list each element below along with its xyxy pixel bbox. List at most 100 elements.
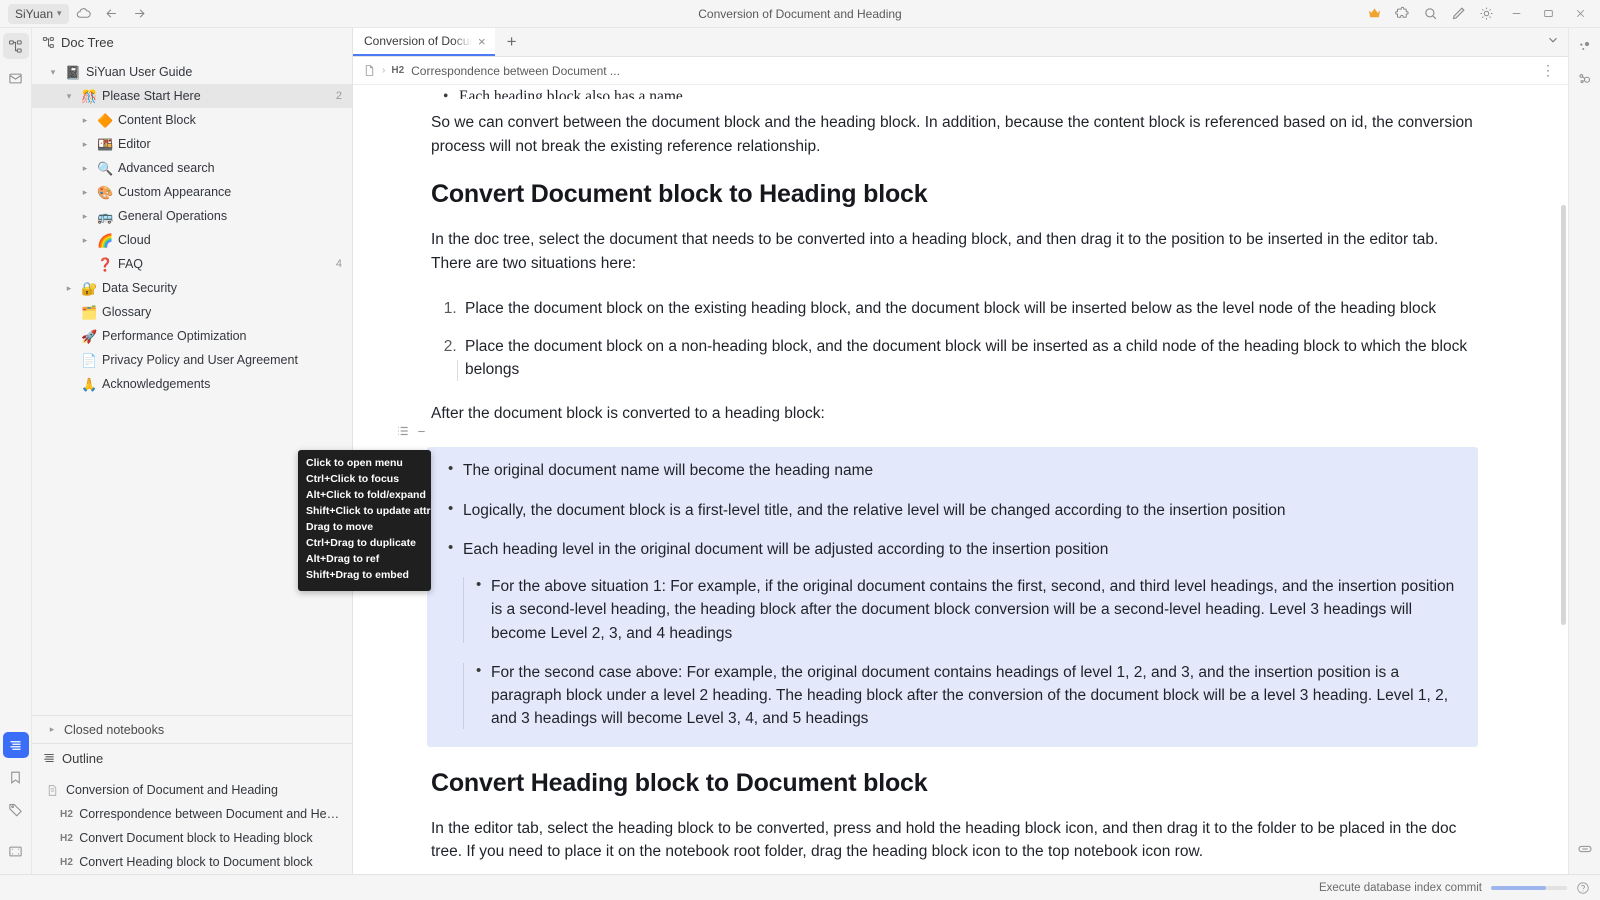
chevron-right-icon: ▸	[46, 724, 58, 735]
doc-tree-item[interactable]: ▸ 🚌 General Operations	[32, 204, 352, 228]
crown-icon[interactable]	[1360, 1, 1388, 27]
doc-tree-item-count: 2	[336, 90, 342, 102]
doc-tree-item-label: Custom Appearance	[118, 185, 231, 199]
inbox-icon[interactable]	[3, 65, 29, 91]
paragraph-intro: So we can convert between the document b…	[431, 111, 1478, 158]
doc-tree-item[interactable]: ▸📄Privacy Policy and User Agreement	[32, 348, 352, 372]
document-scroll-area[interactable]: Each heading block also has a name So we…	[353, 85, 1568, 874]
title-bar: SiYuan ▾ Conversion of Document and Head…	[0, 0, 1600, 28]
doc-tree-item[interactable]: ▾📓SiYuan User Guide	[32, 60, 352, 84]
tag-icon[interactable]	[3, 796, 29, 822]
siyuan-app-window: SiYuan ▾ Conversion of Document and Head…	[0, 0, 1600, 900]
close-icon[interactable]: ×	[478, 35, 486, 48]
search-icon[interactable]	[1416, 1, 1444, 27]
doc-tree-item[interactable]: ▸🌈Cloud	[32, 228, 352, 252]
minimize-icon[interactable]	[1500, 1, 1532, 27]
bookmark-icon[interactable]	[3, 764, 29, 790]
more-options-icon[interactable]: ⋮	[1541, 62, 1556, 79]
chevron-right-icon[interactable]: ▸	[78, 187, 92, 198]
tooltip-line: Ctrl+Drag to duplicate	[298, 536, 431, 552]
chevron-right-icon[interactable]: ▸	[78, 163, 92, 174]
doc-tree-item-emoji: 🔍	[97, 162, 113, 175]
chevron-down-icon[interactable]: ▾	[62, 91, 76, 102]
outline-icon[interactable]	[3, 732, 29, 758]
outline-list[interactable]: Conversion of Document and Heading H2Corr…	[32, 772, 352, 874]
back-arrow-icon[interactable]	[99, 3, 125, 25]
global-graph-icon[interactable]	[1572, 65, 1598, 91]
chevron-right-icon[interactable]: ▸	[78, 211, 92, 222]
block-gutter[interactable]	[396, 424, 427, 438]
close-icon[interactable]	[1564, 1, 1596, 27]
outline-item-label: Conversion of Document and Heading	[66, 783, 278, 797]
doc-tree-item-emoji: 🌈	[97, 234, 113, 247]
doc-tree-item-label: General Operations	[118, 209, 227, 223]
tooltip-line: Alt+Drag to ref	[298, 552, 431, 568]
bullet-list-icon[interactable]	[396, 424, 410, 438]
doc-tree-item-emoji: 🙏	[81, 378, 97, 391]
edit-pencil-icon[interactable]	[1444, 1, 1472, 27]
doc-tree-item[interactable]: ▸🗂️Glossary	[32, 300, 352, 324]
tab-bar-right	[1546, 28, 1568, 56]
outline-item-label: Convert Heading block to Document block	[79, 855, 312, 869]
doc-tree-list[interactable]: ▾📓SiYuan User Guide▾🎊Please Start Here2▸…	[32, 56, 352, 715]
doc-tree-item[interactable]: ▸🍱Editor	[32, 132, 352, 156]
tab-label: Conversion of Docum	[364, 34, 472, 48]
document-icon[interactable]	[363, 64, 376, 77]
doc-tree-item[interactable]: ▸🚀Performance Optimization	[32, 324, 352, 348]
doc-tree-item-emoji: 🔐	[81, 282, 97, 295]
chevron-down-icon[interactable]: ▾	[46, 67, 60, 78]
chevron-right-icon[interactable]: ▸	[78, 139, 92, 150]
outline-heading-tag: H2	[60, 833, 73, 844]
doc-tree-item[interactable]: ▸🔐Data Security	[32, 276, 352, 300]
outline-item[interactable]: Conversion of Document and Heading	[32, 778, 352, 802]
workspace-menu-button[interactable]: SiYuan ▾	[8, 4, 69, 24]
tab-bar: Conversion of Docum × +	[353, 28, 1568, 57]
doc-tree-item[interactable]: ▸🔶Content Block	[32, 108, 352, 132]
doc-tree-item-emoji: 📄	[81, 354, 97, 367]
breadcrumb-label[interactable]: Correspondence between Document ...	[411, 64, 620, 78]
doc-tree-item-count: 4	[336, 258, 342, 270]
help-circle-icon[interactable]	[1576, 881, 1590, 895]
doc-tree-item[interactable]: ▸❓FAQ4	[32, 252, 352, 276]
left-dock-bottom	[3, 732, 29, 874]
document-scrollbar[interactable]	[1561, 205, 1566, 625]
forward-arrow-icon[interactable]	[127, 3, 153, 25]
doc-tree-item-emoji: 🚌	[97, 210, 113, 223]
outline-item[interactable]: H2Correspondence between Document and He…	[32, 802, 352, 826]
doc-tree-item[interactable]: ▸🙏Acknowledgements	[32, 372, 352, 396]
document-content: Each heading block also has a name So we…	[353, 85, 1568, 874]
puzzle-icon[interactable]	[1388, 1, 1416, 27]
tab-conversion-of-document[interactable]: Conversion of Docum ×	[353, 28, 495, 56]
doc-tree-item-label: FAQ	[118, 257, 143, 271]
chevron-right-icon[interactable]: ▸	[78, 235, 92, 246]
graph-icon[interactable]	[1572, 33, 1598, 59]
closed-notebooks-row[interactable]: ▸ Closed notebooks	[32, 715, 352, 743]
new-tab-button[interactable]: +	[495, 28, 529, 56]
backlink-icon[interactable]	[1572, 836, 1598, 862]
chevron-down-icon[interactable]	[1546, 33, 1560, 52]
status-progress-bar	[1491, 886, 1567, 890]
brightness-icon[interactable]	[1472, 1, 1500, 27]
doc-tree-item-emoji: 🍱	[97, 138, 113, 151]
tooltip-line: Drag to move	[298, 520, 431, 536]
selected-block[interactable]: The original document name will become t…	[427, 447, 1478, 746]
list-item-text: Each heading level in the original docum…	[463, 541, 1108, 558]
outline-item[interactable]: H2Convert Heading block to Document bloc…	[32, 850, 352, 874]
outline-item[interactable]: H2Convert Document block to Heading bloc…	[32, 826, 352, 850]
doc-tree-item[interactable]: ▸ 🎨 Custom Appearance	[32, 180, 352, 204]
window-icon[interactable]	[3, 838, 29, 864]
editor-area: Conversion of Docum × + › H2 Corresponde…	[353, 28, 1568, 874]
doc-tree-item-emoji: 🎊	[81, 90, 97, 103]
chevron-right-icon[interactable]: ▸	[62, 283, 76, 294]
chevron-right-icon[interactable]: ▸	[78, 115, 92, 126]
doc-tree-item-emoji: 🎨	[97, 186, 113, 199]
cloud-icon[interactable]	[71, 3, 97, 25]
doc-tree-item[interactable]: ▸🔍Advanced search	[32, 156, 352, 180]
doc-tree-item[interactable]: ▾🎊Please Start Here2	[32, 84, 352, 108]
breadcrumb: › H2 Correspondence between Document ...…	[353, 57, 1568, 85]
breadcrumb-separator: ›	[382, 65, 385, 76]
maximize-icon[interactable]	[1532, 1, 1564, 27]
paragraph-editor-tab: In the editor tab, select the heading bl…	[431, 817, 1478, 864]
fold-dash-icon[interactable]	[416, 426, 427, 437]
doc-tree-icon[interactable]	[3, 33, 29, 59]
